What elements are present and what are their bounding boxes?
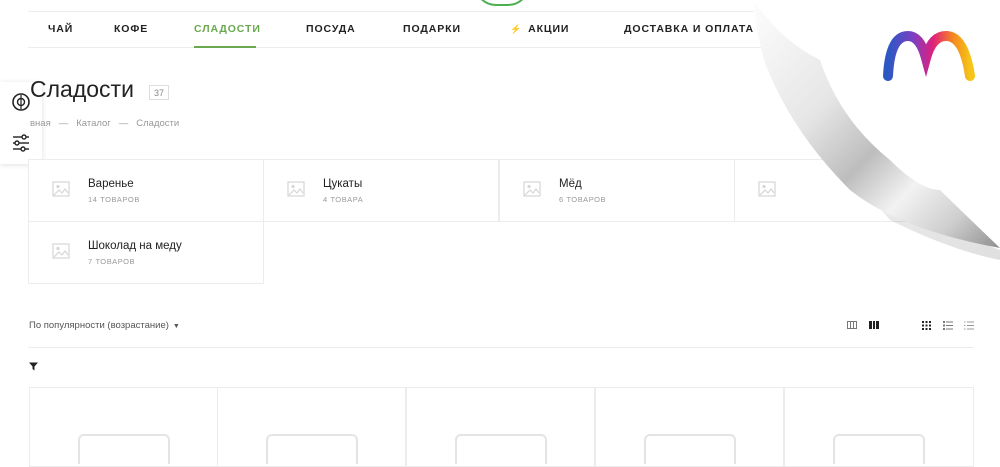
- image-placeholder-icon: [644, 434, 736, 464]
- product-count-badge: 37: [149, 85, 169, 100]
- breadcrumb: вная — Каталог — Сладости: [30, 118, 179, 129]
- breadcrumb-separator: —: [118, 118, 129, 129]
- nav-item-delivery[interactable]: ДОСТАВКА И ОПЛАТА: [624, 23, 754, 35]
- product-grid: [29, 387, 974, 467]
- product-card[interactable]: [784, 387, 974, 467]
- nav-item-sweets[interactable]: СЛАДОСТИ: [194, 23, 261, 35]
- subcategory-name: Шоколад на меду: [88, 240, 182, 252]
- brand-logo: [883, 30, 975, 81]
- subcategory-count: 4 ТОВАРА: [323, 195, 364, 204]
- nav-item-tea[interactable]: ЧАЙ: [48, 23, 73, 35]
- toolbar-divider: [28, 347, 974, 348]
- lightning-icon: ⚡: [510, 24, 523, 34]
- breadcrumb-separator: —: [58, 118, 69, 129]
- subcategory-name: Варенье: [88, 178, 134, 190]
- image-placeholder-icon: [78, 434, 170, 464]
- subcategory-card[interactable]: [734, 159, 970, 222]
- subcategory-card[interactable]: Шоколад на меду 7 ТОВАРОВ: [28, 221, 264, 284]
- breadcrumb-home[interactable]: вная: [30, 118, 51, 129]
- subcategory-count: 14 ТОВАРОВ: [88, 195, 140, 204]
- nav-item-tableware[interactable]: ПОСУДА: [306, 23, 356, 35]
- site-logo[interactable]: [474, 0, 530, 6]
- image-placeholder-icon: [266, 434, 358, 464]
- image-placeholder-icon: [287, 181, 305, 197]
- nav-item-coffee[interactable]: КОФЕ: [114, 23, 148, 35]
- grid-compact-icon[interactable]: [847, 321, 857, 329]
- subcategory-name: Цукаты: [323, 178, 363, 190]
- product-card[interactable]: [595, 387, 784, 467]
- active-nav-indicator: [194, 46, 256, 48]
- image-placeholder-icon: [833, 434, 925, 464]
- product-card[interactable]: [29, 387, 218, 467]
- breadcrumb-current: Сладости: [136, 118, 180, 129]
- subcategory-card[interactable]: Варенье 14 ТОВАРОВ: [28, 159, 264, 222]
- page-title: Сладости: [30, 76, 134, 102]
- list-compact-icon[interactable]: [964, 321, 974, 330]
- image-placeholder-icon: [455, 434, 547, 464]
- subcategory-card[interactable]: Цукаты 4 ТОВАРА: [263, 159, 499, 222]
- subcategory-count: 7 ТОВАРОВ: [88, 257, 136, 266]
- product-card[interactable]: [217, 387, 406, 467]
- list-icon[interactable]: [943, 321, 953, 330]
- subcategory-card[interactable]: Мёд 6 ТОВАРОВ: [499, 159, 735, 222]
- sort-label: По популярности (возрастание): [29, 320, 169, 331]
- image-placeholder-icon: [52, 243, 70, 259]
- grid-wide-icon[interactable]: [869, 321, 879, 329]
- nav-item-promotions-label: АКЦИИ: [528, 23, 570, 35]
- main-navigation: ЧАЙ КОФЕ СЛАДОСТИ ПОСУДА ПОДАРКИ ⚡ АКЦИИ …: [28, 11, 1000, 48]
- sort-dropdown[interactable]: По популярности (возрастание) ▼: [29, 320, 180, 331]
- breadcrumb-catalog[interactable]: Каталог: [76, 118, 111, 129]
- subcategory-count: 6 ТОВАРОВ: [559, 195, 607, 204]
- filter-sliders-icon[interactable]: [11, 133, 31, 153]
- nav-item-gifts[interactable]: ПОДАРКИ: [403, 23, 461, 35]
- image-placeholder-icon: [52, 181, 70, 197]
- caret-down-icon: ▼: [172, 323, 180, 330]
- image-placeholder-icon: [523, 181, 541, 197]
- image-placeholder-icon: [758, 181, 776, 197]
- filter-funnel-icon[interactable]: [29, 362, 38, 371]
- currency-icon[interactable]: [11, 92, 31, 112]
- product-card[interactable]: [406, 387, 595, 467]
- nav-item-promotions[interactable]: ⚡ АКЦИИ: [510, 23, 569, 35]
- subcategory-name: Мёд: [559, 178, 582, 190]
- tiles-icon[interactable]: [922, 321, 931, 330]
